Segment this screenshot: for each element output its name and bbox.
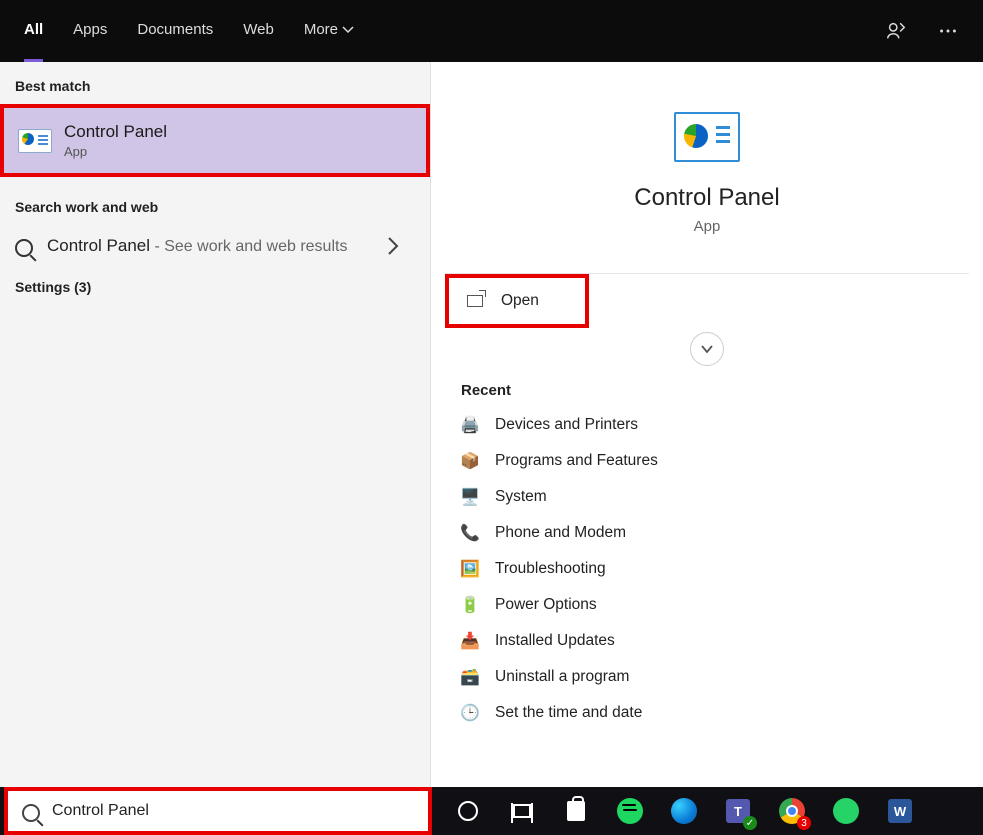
search-icon <box>22 804 40 822</box>
cortana-icon[interactable] <box>444 787 492 835</box>
recent-item[interactable]: 📦 Programs and Features <box>449 443 965 479</box>
updates-icon: 📥 <box>461 632 479 650</box>
results-pane: Best match Control Panel App Search work… <box>0 62 430 787</box>
preview-pane: Control Panel App Open Recent 🖨️ Devices … <box>430 62 983 787</box>
recent-item-label: Programs and Features <box>495 452 658 470</box>
uninstall-icon: 🗃️ <box>461 668 479 686</box>
recent-item[interactable]: 🖨️ Devices and Printers <box>449 407 965 443</box>
power-icon: 🔋 <box>461 596 479 614</box>
search-filter-bar: All Apps Documents Web More <box>0 0 983 62</box>
task-view-icon[interactable] <box>498 787 546 835</box>
picture-icon: 🖼️ <box>461 560 479 578</box>
recent-item-label: Devices and Printers <box>495 416 638 434</box>
settings-heading[interactable]: Settings (3) <box>0 263 430 305</box>
recent-item[interactable]: 📞 Phone and Modem <box>449 515 965 551</box>
web-result-title: Control Panel <box>47 236 150 255</box>
work-web-heading: Search work and web <box>0 183 430 225</box>
recent-item-label: Set the time and date <box>495 704 642 722</box>
recent-item-label: Troubleshooting <box>495 560 606 578</box>
spotify-icon[interactable] <box>606 787 654 835</box>
more-options-icon[interactable] <box>937 20 959 42</box>
best-match-heading: Best match <box>0 62 430 104</box>
open-action[interactable]: Open <box>449 278 585 324</box>
control-panel-icon-large <box>674 112 740 162</box>
tab-apps[interactable]: Apps <box>73 0 107 62</box>
search-input[interactable] <box>52 802 414 820</box>
recent-heading: Recent <box>431 366 983 407</box>
whatsapp-icon[interactable] <box>822 787 870 835</box>
status-badge-icon: ✓ <box>743 816 757 830</box>
recent-item-label: Power Options <box>495 596 597 614</box>
search-icon <box>15 239 33 257</box>
recent-item[interactable]: 🖼️ Troubleshooting <box>449 551 965 587</box>
recent-item[interactable]: 🔋 Power Options <box>449 587 965 623</box>
chevron-right-icon <box>387 236 399 256</box>
monitor-icon: 🖥️ <box>461 488 479 506</box>
chrome-icon[interactable]: 3 <box>768 787 816 835</box>
best-match-result[interactable]: Control Panel App <box>4 108 426 173</box>
microsoft-store-icon[interactable] <box>552 787 600 835</box>
edge-icon[interactable] <box>660 787 708 835</box>
control-panel-icon <box>18 129 52 153</box>
best-match-title: Control Panel <box>64 122 167 142</box>
open-label: Open <box>501 292 539 310</box>
clock-icon: 🕒 <box>461 704 479 722</box>
word-icon[interactable]: W <box>876 787 924 835</box>
taskbar: T✓ 3 W <box>0 787 983 835</box>
web-result[interactable]: Control Panel - See work and web results <box>0 225 430 263</box>
web-result-suffix: - See work and web results <box>150 238 347 255</box>
notification-badge: 3 <box>797 816 811 830</box>
printer-icon: 🖨️ <box>461 416 479 434</box>
taskbar-search-box[interactable] <box>8 791 428 831</box>
recent-item[interactable]: 🗃️ Uninstall a program <box>449 659 965 695</box>
open-icon <box>467 295 483 307</box>
recent-item-label: Phone and Modem <box>495 524 626 542</box>
tab-web[interactable]: Web <box>243 0 274 62</box>
recent-item-label: Installed Updates <box>495 632 615 650</box>
recent-item-label: System <box>495 488 547 506</box>
tab-all[interactable]: All <box>24 0 43 62</box>
preview-subtitle: App <box>694 218 721 235</box>
best-match-subtitle: App <box>64 144 167 159</box>
recent-item[interactable]: 🕒 Set the time and date <box>449 695 965 731</box>
box-icon: 📦 <box>461 452 479 470</box>
tab-more[interactable]: More <box>304 0 354 62</box>
teams-icon[interactable]: T✓ <box>714 787 762 835</box>
tab-documents[interactable]: Documents <box>137 0 213 62</box>
recent-item-label: Uninstall a program <box>495 668 629 686</box>
recent-item[interactable]: 📥 Installed Updates <box>449 623 965 659</box>
recent-item[interactable]: 🖥️ System <box>449 479 965 515</box>
modem-icon: 📞 <box>461 524 479 542</box>
chevron-down-icon <box>342 24 354 36</box>
feedback-icon[interactable] <box>885 20 907 42</box>
expand-actions-button[interactable] <box>690 332 724 366</box>
preview-title: Control Panel <box>634 184 779 212</box>
